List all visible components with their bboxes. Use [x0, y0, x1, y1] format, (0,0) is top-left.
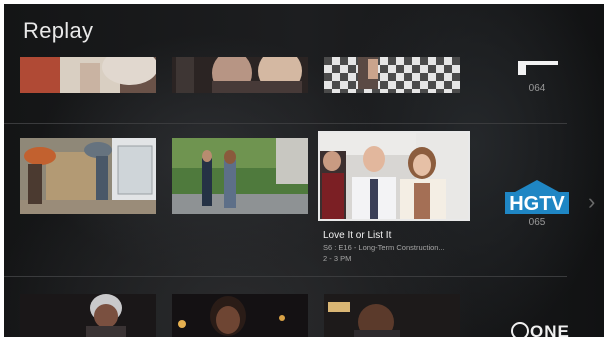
chevron-right-icon[interactable]: › [588, 189, 595, 215]
program-thumbnail[interactable] [20, 57, 156, 93]
channel-number: 065 [528, 217, 546, 228]
replay-screen: Replay 064 Love It or List It S6: E16 -… [4, 4, 604, 337]
channel-logo-icon [518, 61, 558, 75]
program-thumbnail[interactable] [20, 294, 156, 337]
program-thumbnail[interactable] [324, 57, 460, 93]
thumbnail-image [324, 57, 460, 93]
hgtv-logo-text: HGTV [509, 193, 565, 214]
program-thumbnail[interactable] [172, 57, 308, 93]
thumbnail-image [20, 57, 156, 93]
hgtv-logo-icon: HGTV [505, 180, 569, 214]
program-thumbnail-focused[interactable] [318, 131, 470, 221]
thumbnail-image [320, 133, 468, 219]
program-thumbnail[interactable] [172, 294, 308, 337]
program-time: 2 - 3 PM [323, 254, 352, 263]
thumbnail-image [172, 57, 308, 93]
program-thumbnail[interactable] [172, 138, 308, 214]
thumbnail-image [20, 138, 156, 214]
tv-one-logo-text: ONE [530, 322, 570, 337]
tv-one-logo: ONE [511, 322, 570, 337]
thumbnail-image [172, 294, 308, 337]
thumbnail-image [172, 138, 308, 214]
row-divider [4, 123, 567, 124]
program-episode: S6 : E16 - Long-Term Construction... [323, 243, 445, 252]
channel-number: 064 [528, 83, 546, 94]
tv-one-circle-icon [511, 322, 529, 337]
program-thumbnail[interactable] [324, 294, 460, 337]
page-title: Replay [23, 18, 94, 43]
thumbnail-image [324, 294, 460, 337]
thumbnail-image [20, 294, 156, 337]
row-divider [4, 276, 567, 277]
program-thumbnail[interactable] [20, 138, 156, 214]
program-title: Love It or List It [323, 230, 392, 241]
